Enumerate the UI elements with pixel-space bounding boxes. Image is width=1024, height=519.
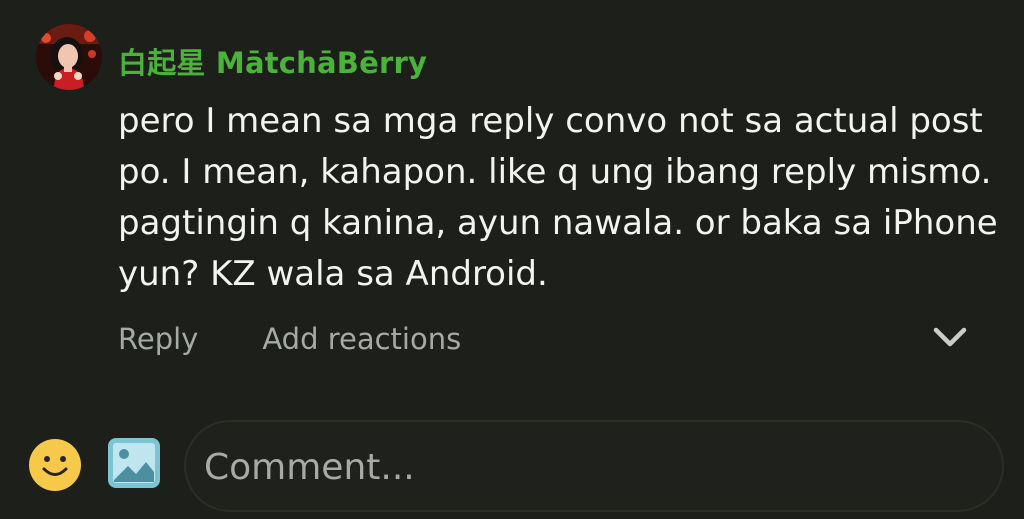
comment-card: 白起星 MātchāBērry pero I mean sa mga reply… [0, 0, 1024, 400]
chevron-down-icon[interactable] [930, 322, 970, 352]
emoji-icon[interactable] [28, 438, 82, 492]
comment-text: pero I mean sa mga reply convo not sa ac… [118, 101, 998, 294]
author-name[interactable]: 白起星 MātchāBērry [118, 40, 427, 82]
add-reactions-button[interactable]: Add reactions [262, 322, 461, 356]
comment-composer [0, 400, 1024, 519]
image-icon[interactable] [106, 436, 162, 490]
avatar-photo [36, 24, 102, 90]
comment-actions: Reply Add reactions [118, 322, 461, 356]
reply-button[interactable]: Reply [118, 322, 198, 356]
comment-input-wrapper [184, 420, 1004, 512]
comment-input[interactable] [202, 422, 986, 512]
avatar[interactable] [36, 24, 102, 90]
